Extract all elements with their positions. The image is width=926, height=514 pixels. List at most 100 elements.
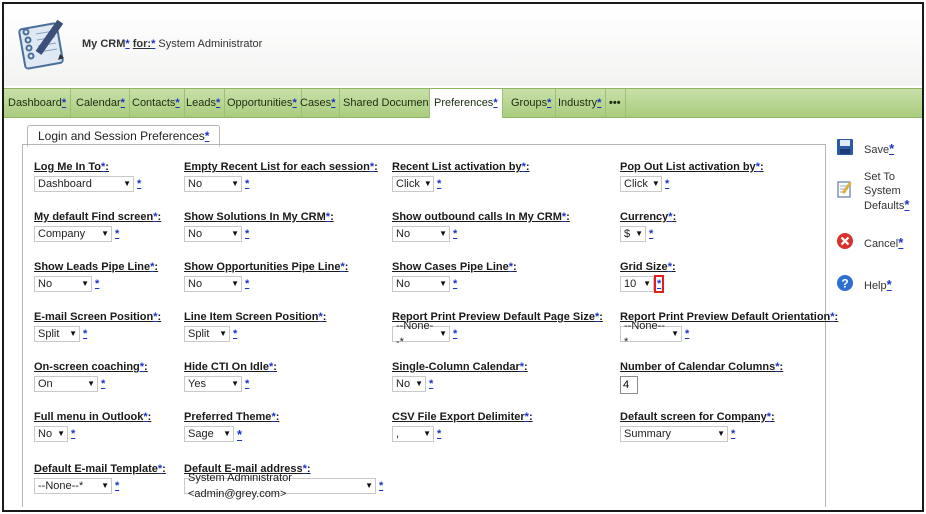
tab-more[interactable]: ••• <box>605 89 626 117</box>
panel-title-star[interactable]: * <box>205 129 210 143</box>
coaching-star[interactable]: * <box>101 378 105 390</box>
tab-contacts[interactable]: Contacts* <box>128 89 185 117</box>
email-address-select[interactable]: System Administrator <admin@grey.com> ▼ <box>184 472 376 500</box>
field-show-solutions: Show Solutions In My CRM*: No ▼ * <box>184 211 334 242</box>
tab-groups[interactable]: Groups* <box>507 89 557 117</box>
calendar-columns-input[interactable] <box>620 376 638 394</box>
save-button[interactable]: Save* <box>836 138 894 157</box>
currency-star[interactable]: * <box>649 228 653 240</box>
email-position-star[interactable]: * <box>83 328 87 340</box>
chevron-down-icon: ▼ <box>123 179 131 188</box>
single-column-calendar-select[interactable]: No ▼ <box>392 376 426 392</box>
hide-cti-select[interactable]: Yes ▼ <box>184 376 242 392</box>
full-menu-outlook-select[interactable]: No ▼ <box>34 426 68 442</box>
tab-cases[interactable]: Cases* <box>296 89 341 117</box>
hide-cti-star[interactable]: * <box>245 378 249 390</box>
show-solutions-star[interactable]: * <box>245 228 249 240</box>
for-label: for: <box>132 38 152 50</box>
lineitem-position-select[interactable]: Split ▼ <box>184 326 230 342</box>
tab-industry[interactable]: Industry* <box>554 89 607 117</box>
coaching-select[interactable]: On ▼ <box>34 376 98 392</box>
lineitem-position-star[interactable]: * <box>233 328 237 340</box>
chevron-down-icon: ▼ <box>69 329 77 338</box>
print-page-size-star[interactable]: * <box>453 328 457 340</box>
csv-delimiter-star[interactable]: * <box>437 428 441 440</box>
chevron-down-icon: ▼ <box>87 379 95 388</box>
field-company-screen: Default screen for Company*: Summary ▼ * <box>620 411 775 442</box>
opps-pipe-star[interactable]: * <box>245 278 249 290</box>
help-question-icon: ? <box>837 275 853 291</box>
app-title: My CRM* for:* System Administrator <box>82 38 262 50</box>
log-me-in-to-select[interactable]: Dashboard ▼ <box>34 176 134 192</box>
grid-size-star-highlighted[interactable]: * <box>653 275 665 293</box>
opps-pipe-select[interactable]: No ▼ <box>184 276 242 292</box>
cancel-button[interactable]: Cancel* <box>836 232 903 251</box>
leads-pipe-select[interactable]: No ▼ <box>34 276 92 292</box>
print-page-size-select[interactable]: --None--* ▼ <box>392 320 450 348</box>
currency-select[interactable]: $ ▼ <box>620 226 646 242</box>
company-screen-star[interactable]: * <box>731 428 735 440</box>
help-button[interactable]: ? Help* <box>836 274 892 293</box>
email-position-select[interactable]: Split ▼ <box>34 326 80 342</box>
header: My CRM* for:* System Administrator <box>4 4 922 86</box>
field-email-address: Default E-mail address*: System Administ… <box>184 463 384 500</box>
chevron-down-icon: ▼ <box>231 379 239 388</box>
print-orientation-select[interactable]: --None--* ▼ <box>620 320 682 348</box>
show-solutions-select[interactable]: No ▼ <box>184 226 242 242</box>
field-hide-cti: Hide CTI On Idle*: Yes ▼ * <box>184 361 277 392</box>
recent-activation-star[interactable]: * <box>437 178 441 190</box>
chevron-down-icon: ▼ <box>643 279 651 288</box>
tab-opportunities[interactable]: Opportunities* <box>223 89 302 117</box>
preferred-theme-star[interactable]: * <box>237 427 242 442</box>
tab-dashboard[interactable]: Dashboard* <box>4 89 72 117</box>
popout-activation-select[interactable]: Click ▼ <box>620 176 662 192</box>
grid-size-select[interactable]: 10 ▼ <box>620 276 654 292</box>
field-default-find: My default Find screen*: Company ▼ * <box>34 211 162 242</box>
chevron-down-icon: ▼ <box>671 329 679 338</box>
cases-pipe-star[interactable]: * <box>453 278 457 290</box>
preferred-theme-select[interactable]: Sage ▼ <box>184 426 234 442</box>
field-currency: Currency*: $ ▼ * <box>620 211 677 242</box>
field-email-template: Default E-mail Template*: --None--* ▼ * <box>34 463 166 494</box>
action-sidebar: Save* Set To System Defaults* Cancel* ? … <box>830 128 922 308</box>
field-coaching: On-screen coaching*: On ▼ * <box>34 361 148 392</box>
log-me-in-to-star[interactable]: * <box>137 178 141 190</box>
single-column-calendar-star[interactable]: * <box>429 378 433 390</box>
chevron-down-icon: ▼ <box>231 229 239 238</box>
default-find-select[interactable]: Company ▼ <box>34 226 112 242</box>
default-find-star[interactable]: * <box>115 228 119 240</box>
print-orientation-star[interactable]: * <box>685 328 689 340</box>
email-template-star[interactable]: * <box>115 480 119 492</box>
cases-pipe-select[interactable]: No ▼ <box>392 276 450 292</box>
tab-leads[interactable]: Leads* <box>182 89 226 117</box>
field-lineitem-position: Line Item Screen Position*: Split ▼ * <box>184 311 327 342</box>
for-star-link[interactable]: * <box>151 38 155 50</box>
email-address-star[interactable]: * <box>379 480 383 492</box>
full-menu-outlook-star[interactable]: * <box>71 428 75 440</box>
chevron-down-icon: ▼ <box>423 429 431 438</box>
tab-preferences[interactable]: Preferences* <box>429 89 503 118</box>
leads-pipe-star[interactable]: * <box>95 278 99 290</box>
app-name: My CRM <box>82 38 126 50</box>
app-name-star-link[interactable]: * <box>125 38 129 50</box>
popout-activation-star[interactable]: * <box>665 178 669 190</box>
chevron-down-icon: ▼ <box>439 329 447 338</box>
empty-recent-star[interactable]: * <box>245 178 249 190</box>
company-screen-select[interactable]: Summary ▼ <box>620 426 728 442</box>
chevron-down-icon: ▼ <box>365 481 373 490</box>
field-print-orientation: Report Print Preview Default Orientation… <box>620 311 839 348</box>
empty-recent-select[interactable]: No ▼ <box>184 176 242 192</box>
chevron-down-icon: ▼ <box>101 229 109 238</box>
chevron-down-icon: ▼ <box>219 329 227 338</box>
set-system-defaults-button[interactable]: Set To System Defaults* <box>836 170 909 213</box>
show-outbound-select[interactable]: No ▼ <box>392 226 450 242</box>
tab-calendar[interactable]: Calendar* <box>72 89 130 117</box>
field-recent-activation: Recent List activation by*: Click ▼ * <box>392 161 530 192</box>
chevron-down-icon: ▼ <box>423 179 432 188</box>
email-template-select[interactable]: --None--* ▼ <box>34 478 112 494</box>
chevron-down-icon: ▼ <box>81 279 89 288</box>
recent-activation-select[interactable]: Click ▼ <box>392 176 434 192</box>
show-outbound-star[interactable]: * <box>453 228 457 240</box>
field-empty-recent: Empty Recent List for each session*: No ▼… <box>184 161 378 192</box>
csv-delimiter-select[interactable]: , ▼ <box>392 426 434 442</box>
